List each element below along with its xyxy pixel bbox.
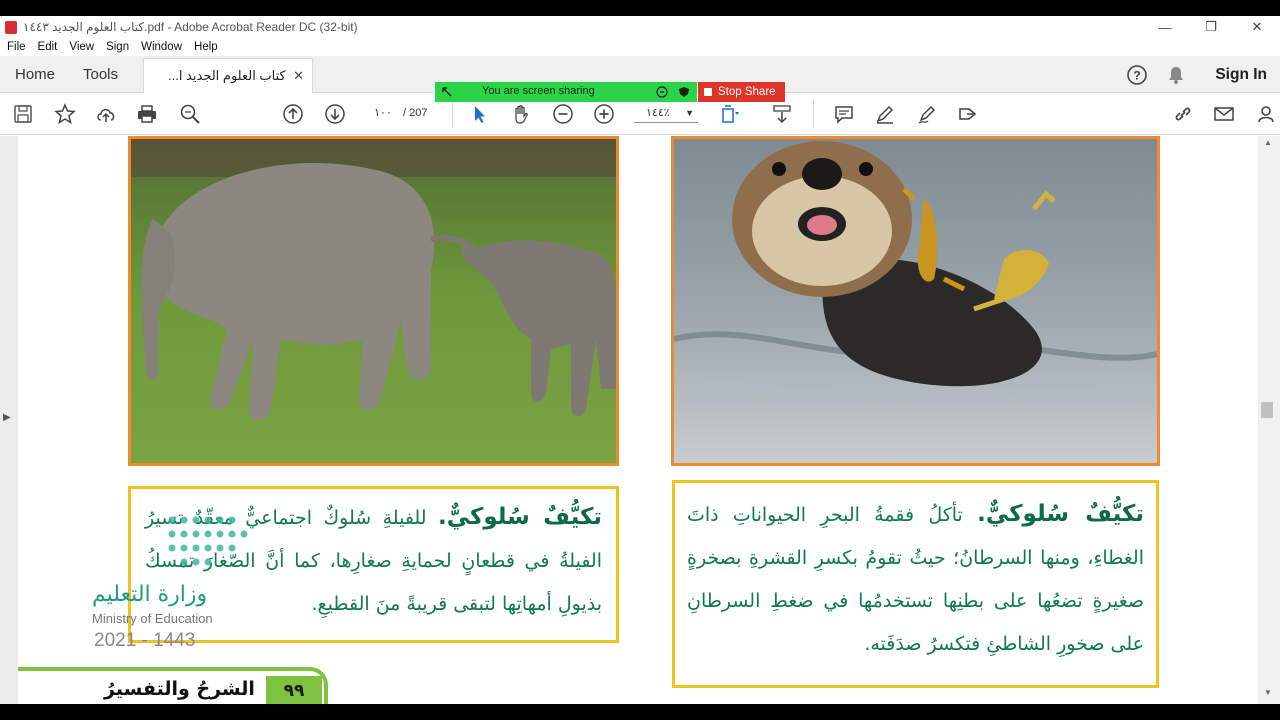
upload-cloud-icon[interactable] [93,101,119,127]
menu-bar: File Edit View Sign Window Help [0,38,1280,56]
letterbox-bottom [0,704,1280,720]
share-tag-icon[interactable] [955,101,981,127]
ministry-watermark: وزارة التعليم Ministry of Education 2021… [92,510,262,660]
stop-share-label: Stop Share [718,86,776,98]
pdf-page: تكيُّفٌ سُلوكيٌّ. للفيلةِ سُلوكٌ اجتماعي… [18,136,1258,704]
vertical-scrollbar[interactable]: ▲ ▼ [1259,136,1280,704]
highlight-pen-icon[interactable] [872,101,898,127]
email-icon[interactable] [1211,101,1237,127]
acrobat-window: كتاب العلوم الجديد ١٤٤٣.pdf - Adobe Acro… [0,0,1280,720]
sea-otter-photo [671,136,1160,466]
ministry-name-arabic: وزارة التعليم [92,582,208,607]
scrollbar-thumb[interactable] [1261,402,1273,418]
notifications-bell-icon[interactable] [1166,56,1186,93]
window-title: كتاب العلوم الجديد ١٤٤٣.pdf - Adobe Acro… [23,20,358,34]
zoom-out-icon[interactable] [550,101,576,127]
sea-otter-caption-box: تكيُّفٌ سُلوكيٌّ. تأكلُ فقمةُ البحرِ الح… [672,480,1159,688]
svg-text:?: ? [1133,68,1140,82]
acrobat-logo-icon [5,20,17,34]
elephant-caption-heading: تكيُّفٌ سُلوكيٌّ. [437,504,602,530]
bookmark-star-icon[interactable] [52,101,78,127]
navigation-pane-toggle-icon[interactable]: ▶ [3,412,11,423]
previous-page-icon[interactable] [280,101,306,127]
restore-button[interactable]: ❐ [1188,16,1234,38]
menu-sign[interactable]: Sign [106,41,129,53]
pause-share-icon[interactable] [656,86,668,98]
sea-otter-caption-heading: تكيُّفٌ سُلوكيٌّ. [977,501,1145,527]
printed-page-number: ٩٩ [266,676,322,704]
close-tab-icon[interactable]: ✕ [293,68,304,84]
hand-tool-icon[interactable] [508,101,534,127]
chevron-down-icon: ▼ [685,108,694,118]
ministry-year: 2021 - 1443 [94,630,196,651]
zoom-in-icon[interactable] [591,101,617,127]
user-share-icon[interactable] [1254,101,1280,127]
toolbar-divider [813,100,814,128]
menu-window[interactable]: Window [141,41,182,53]
sign-in-button[interactable]: Sign In [1215,56,1267,93]
menu-help[interactable]: Help [194,41,218,53]
section-title: الشرحُ والتفسيرُ [104,678,255,700]
ministry-logo-icon [168,516,248,566]
scroll-up-icon[interactable]: ▲ [1264,138,1272,147]
title-bar: كتاب العلوم الجديد ١٤٤٣.pdf - Adobe Acro… [0,16,1280,38]
next-page-icon[interactable] [322,101,348,127]
menu-view[interactable]: View [69,41,94,53]
screen-share-banner: You are screen sharing Stop Share [435,82,785,102]
page-total: / 207 [403,107,428,119]
page-number-input[interactable]: ١٠٠ [368,103,398,123]
sea-otter-caption: تكيُّفٌ سُلوكيٌّ. تأكلُ فقمةُ البحرِ الح… [687,493,1144,666]
menu-file[interactable]: File [7,41,26,53]
scroll-mode-icon[interactable] [769,101,795,127]
screen-share-text: You are screen sharing [482,85,595,97]
screen-share-status[interactable]: You are screen sharing [435,82,697,102]
comment-icon[interactable] [831,101,857,127]
page-fit-icon[interactable] [716,101,742,127]
drag-handle-icon[interactable] [442,87,452,97]
ministry-name-english: Ministry of Education [92,611,213,626]
minimize-button[interactable]: — [1142,16,1188,38]
help-icon[interactable]: ? [1126,56,1148,93]
select-cursor-icon[interactable] [467,101,493,127]
tab-document-label: كتاب العلوم الجديد ا... [168,68,286,83]
fill-sign-icon[interactable] [914,101,940,127]
scroll-down-icon[interactable]: ▼ [1264,688,1272,697]
letterbox-top [0,0,1280,16]
tab-tools[interactable]: Tools [83,56,118,93]
shield-icon [679,87,689,97]
close-window-button[interactable]: ✕ [1234,16,1280,38]
zoom-level-value: ١٤٤٪ [646,107,670,119]
zoom-search-icon[interactable] [177,101,203,127]
elephant-photo [128,136,619,466]
menu-edit[interactable]: Edit [38,41,58,53]
link-icon[interactable] [1170,101,1196,127]
tab-home[interactable]: Home [15,56,55,93]
print-icon[interactable] [134,101,160,127]
save-icon[interactable] [10,101,36,127]
document-viewport[interactable]: ▶ تكيُّفٌ سُلوكيٌّ. للفيلةِ سُلوكٌ اجتما… [0,136,1280,704]
stop-square-icon [704,88,712,96]
zoom-level-select[interactable]: ١٤٤٪ ▼ [634,103,698,123]
stop-share-button[interactable]: Stop Share [698,82,785,102]
tab-document[interactable]: كتاب العلوم الجديد ا... ✕ [143,58,313,93]
toolbar-divider [452,100,453,128]
